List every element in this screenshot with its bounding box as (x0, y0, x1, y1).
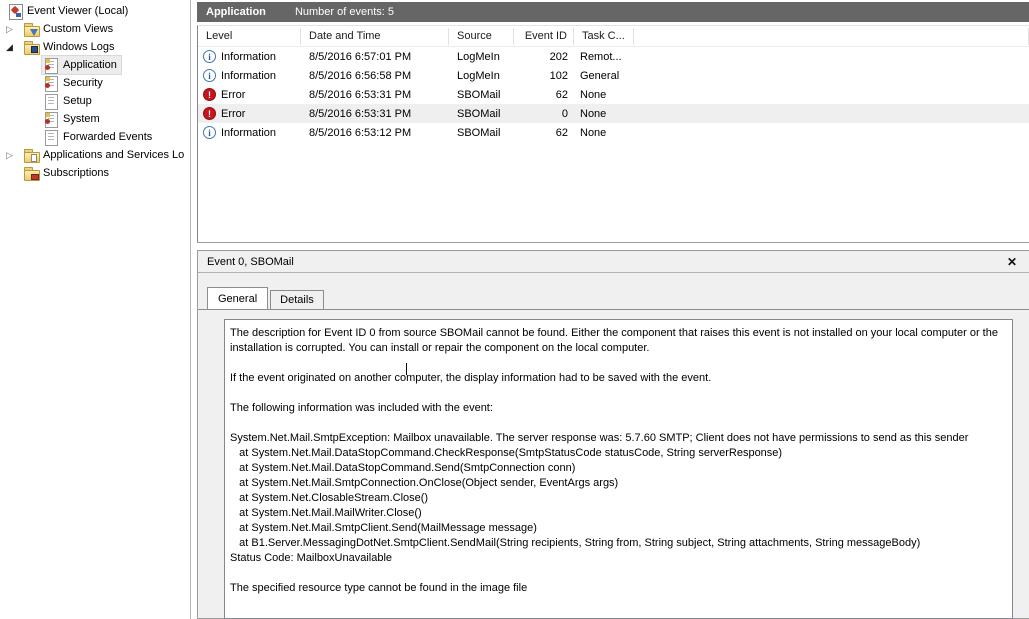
tree-item-label: Windows Logs (43, 41, 115, 53)
tree-item-event-viewer-root[interactable]: Event Viewer (Local) (0, 2, 189, 20)
source-value: SBOMail (449, 108, 514, 120)
error-icon: ! (203, 107, 216, 120)
preview-title: Event 0, SBOMail (207, 256, 294, 268)
selected-tree-node[interactable]: Application (41, 55, 122, 75)
tree-item-label: System (63, 113, 100, 125)
expander-collapsed-icon[interactable]: ▷ (6, 25, 21, 34)
expander-collapsed-icon[interactable]: ▷ (6, 151, 21, 160)
close-icon[interactable]: ✕ (1004, 251, 1020, 273)
main-pane: Application Number of events: 5 Level Da… (197, 0, 1029, 619)
text-caret (406, 363, 407, 375)
level-value: Error (221, 89, 245, 101)
event-preview-panel: Event 0, SBOMail ✕ General Details The d… (197, 250, 1029, 619)
console-tree: Event Viewer (Local) ▷ Custom Views ◢ Wi… (0, 0, 189, 619)
task-category-value: None (574, 127, 634, 139)
datetime-value: 8/5/2016 6:53:31 PM (301, 108, 449, 120)
log-header-bar: Application Number of events: 5 (197, 2, 1029, 22)
task-category-value: None (574, 89, 634, 101)
column-header-level[interactable]: Level (198, 28, 301, 45)
tree-item-label: Setup (63, 95, 92, 107)
applications-services-folder-icon (23, 147, 39, 163)
column-header-event-id[interactable]: Event ID (514, 28, 574, 45)
tree-item-custom-views[interactable]: ▷ Custom Views (0, 20, 189, 38)
datetime-value: 8/5/2016 6:53:31 PM (301, 89, 449, 101)
panel-splitter[interactable] (190, 0, 191, 619)
tree-item-label: Applications and Services Lo (43, 149, 184, 161)
preview-tabstrip: General Details (198, 284, 1029, 310)
event-id-value: 102 (514, 70, 574, 82)
event-viewer-window: Event Viewer (Local) ▷ Custom Views ◢ Wi… (0, 0, 1029, 619)
column-header-datetime[interactable]: Date and Time (301, 28, 449, 45)
source-value: SBOMail (449, 127, 514, 139)
information-icon: i (203, 50, 216, 63)
log-name: Application (206, 6, 266, 18)
tree-item-windows-logs[interactable]: ◢ Windows Logs (0, 38, 189, 56)
tree-item-security[interactable]: Security (0, 74, 189, 92)
custom-views-folder-icon (23, 21, 39, 37)
error-icon: ! (203, 88, 216, 101)
column-header-task-category[interactable]: Task C... (574, 28, 634, 45)
forwarded-events-log-icon (43, 129, 59, 145)
tab-general[interactable]: General (207, 287, 268, 309)
tree-item-forwarded-events[interactable]: Forwarded Events (0, 128, 189, 146)
level-value: Information (221, 127, 276, 139)
datetime-value: 8/5/2016 6:56:58 PM (301, 70, 449, 82)
event-id-value: 202 (514, 51, 574, 63)
preview-title-bar: Event 0, SBOMail ✕ (198, 251, 1029, 273)
windows-logs-folder-icon (23, 39, 39, 55)
tree-item-subscriptions[interactable]: Subscriptions (0, 164, 189, 182)
tree-item-label: Application (63, 59, 117, 71)
security-log-icon (43, 75, 59, 91)
system-log-icon (43, 111, 59, 127)
tab-details[interactable]: Details (270, 290, 324, 309)
datetime-value: 8/5/2016 6:53:12 PM (301, 127, 449, 139)
source-value: LogMeIn (449, 70, 514, 82)
table-row[interactable]: ! Error 8/5/2016 6:53:31 PM SBOMail 62 No… (198, 85, 1029, 104)
table-row-selected[interactable]: ! Error 8/5/2016 6:53:31 PM SBOMail 0 Non… (198, 104, 1029, 123)
level-value: Information (221, 51, 276, 63)
information-icon: i (203, 69, 216, 82)
task-category-value: General (574, 70, 634, 82)
information-icon: i (203, 126, 216, 139)
level-value: Information (221, 70, 276, 82)
event-list-header: Level Date and Time Source Event ID Task… (198, 26, 1029, 47)
events-count: Number of events: 5 (295, 6, 394, 18)
level-value: Error (221, 108, 245, 120)
event-description-text[interactable]: The description for Event ID 0 from sour… (224, 319, 1013, 619)
column-header-source[interactable]: Source (449, 28, 514, 45)
event-list: Level Date and Time Source Event ID Task… (197, 25, 1029, 243)
tree-item-label: Custom Views (43, 23, 113, 35)
tree-item-application[interactable]: Application (0, 56, 189, 74)
task-category-value: None (574, 108, 634, 120)
table-row[interactable]: i Information 8/5/2016 6:53:12 PM SBOMail… (198, 123, 1029, 142)
table-row[interactable]: i Information 8/5/2016 6:56:58 PM LogMeIn… (198, 66, 1029, 85)
source-value: SBOMail (449, 89, 514, 101)
tree-item-label: Event Viewer (Local) (27, 5, 128, 17)
task-category-value: Remot... (574, 51, 634, 63)
table-row[interactable]: i Information 8/5/2016 6:57:01 PM LogMeIn… (198, 47, 1029, 66)
tree-item-setup[interactable]: Setup (0, 92, 189, 110)
expander-expanded-icon[interactable]: ◢ (6, 43, 21, 52)
tree-item-label: Security (63, 77, 103, 89)
application-log-icon (43, 57, 59, 73)
subscriptions-folder-icon (23, 165, 39, 181)
event-id-value: 62 (514, 127, 574, 139)
tree-item-system[interactable]: System (0, 110, 189, 128)
tree-item-label: Subscriptions (43, 167, 109, 179)
event-viewer-icon (7, 3, 23, 19)
event-id-value: 62 (514, 89, 574, 101)
setup-log-icon (43, 93, 59, 109)
tree-item-label: Forwarded Events (63, 131, 152, 143)
datetime-value: 8/5/2016 6:57:01 PM (301, 51, 449, 63)
tree-item-applications-services[interactable]: ▷ Applications and Services Lo (0, 146, 189, 164)
source-value: LogMeIn (449, 51, 514, 63)
event-id-value: 0 (514, 108, 574, 120)
